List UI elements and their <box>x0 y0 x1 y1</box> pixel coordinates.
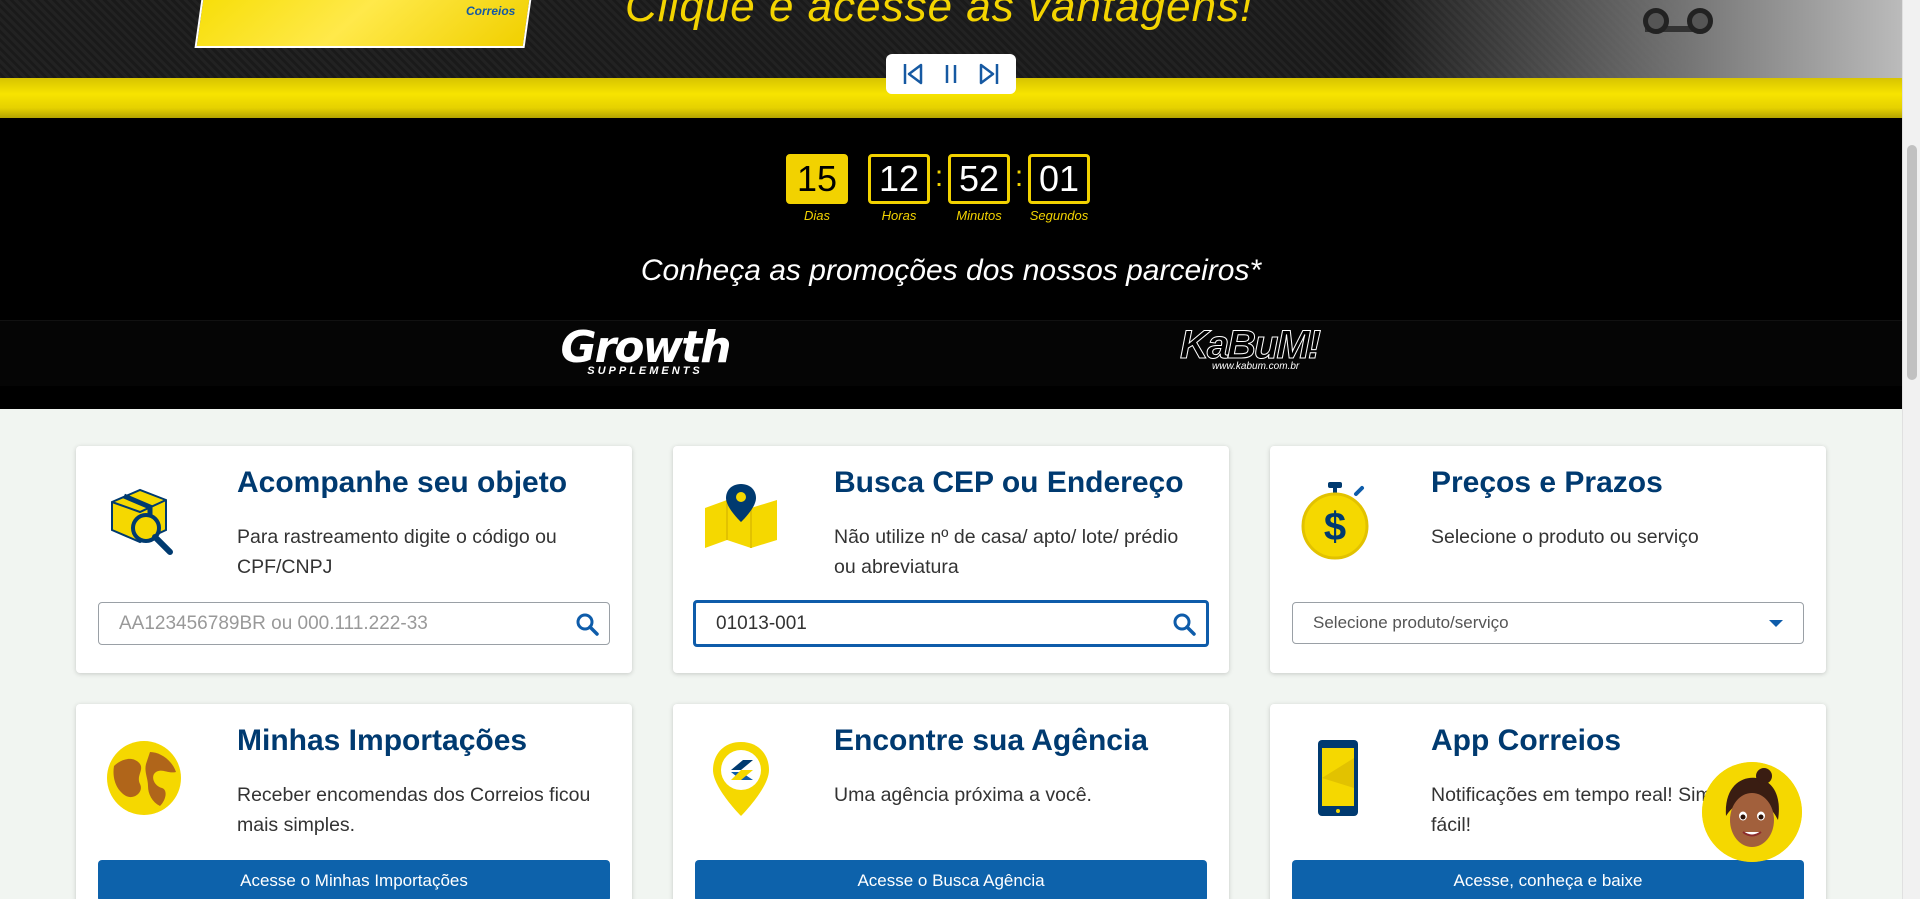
carousel-prev-button[interactable] <box>900 61 926 87</box>
globe-icon <box>104 738 184 818</box>
banner-package-label: Correios <box>466 4 516 18</box>
carousel-controls <box>886 54 1016 94</box>
imports-description: Receber encomendas dos Correios ficou ma… <box>237 784 591 836</box>
cep-card: Busca CEP ou Endereço Não utilize nº de … <box>673 446 1229 673</box>
partner-kabum-logo[interactable]: KaBuM! www.kabum.com.br <box>1180 323 1350 373</box>
partners-heading: Conheça as promoções dos nossos parceiro… <box>640 254 1262 287</box>
pause-icon <box>945 65 957 83</box>
countdown-days-label: Dias <box>803 208 830 223</box>
stopwatch-dollar-icon: $ <box>1298 480 1378 560</box>
app-title: App Correios <box>1431 724 1622 757</box>
countdown-separator: : <box>1014 160 1024 193</box>
virtual-assistant-avatar[interactable] <box>1702 762 1802 862</box>
cep-input[interactable] <box>696 603 1162 644</box>
countdown-seconds-value: 01 <box>1028 154 1090 204</box>
promo-banner[interactable]: Correios Clique e acesse as vantagens! <box>0 0 1902 118</box>
cep-description: Não utilize nº de casa/ apto/ lote/ préd… <box>834 526 1179 578</box>
countdown-days: 15 Dias <box>786 154 848 223</box>
countdown-days-value: 15 <box>786 154 848 204</box>
tracking-input[interactable] <box>99 603 565 644</box>
partners-strip: Growth SUPPLEMENTS KaBuM! www.kabum.com.… <box>0 320 1902 386</box>
tracking-description: Para rastreamento digite o código ou CPF… <box>237 526 557 578</box>
countdown-seconds: 01 Segundos <box>1028 154 1090 223</box>
app-access-button[interactable]: Acesse, conheça e baixe <box>1292 860 1804 899</box>
package-search-icon <box>104 480 184 560</box>
svg-text:$: $ <box>1324 505 1346 549</box>
tracking-title: Acompanhe seu objeto <box>237 466 568 499</box>
promo-section: 15 Dias 12 Horas : 52 Minutos : 01 Segun… <box>0 118 1902 409</box>
agency-title: Encontre sua Agência <box>834 724 1148 757</box>
kabum-logo-subtext: www.kabum.com.br <box>1212 361 1300 372</box>
agency-card: Encontre sua Agência Uma agência próxima… <box>673 704 1229 899</box>
select-value: Selecione produto/serviço <box>1313 613 1509 632</box>
countdown-minutes-value: 52 <box>948 154 1010 204</box>
prices-title: Preços e Prazos <box>1431 466 1663 499</box>
skip-back-icon <box>903 63 923 85</box>
partner-growth-logo[interactable]: Growth SUPPLEMENTS <box>560 322 731 378</box>
agency-description: Uma agência próxima a você. <box>834 784 1092 806</box>
assistant-avatar-icon <box>1702 762 1802 862</box>
tracking-card: Acompanhe seu objeto Para rastreamento d… <box>76 446 632 673</box>
countdown-timer: 15 Dias 12 Horas : 52 Minutos : 01 Segun… <box>786 154 1090 223</box>
banner-headline: Clique e acesse as vantagens! <box>625 0 1254 31</box>
map-pin-icon <box>701 480 781 560</box>
carousel-next-button[interactable] <box>976 61 1002 87</box>
prices-card: $ Preços e Prazos Selecione o produto ou… <box>1270 446 1826 673</box>
search-icon <box>576 613 599 636</box>
growth-logo-text: Growth <box>560 322 731 373</box>
banner-cart-image <box>1643 0 1713 34</box>
tracking-input-wrapper <box>98 602 610 645</box>
countdown-minutes-label: Minutos <box>956 208 1002 223</box>
countdown-seconds-label: Segundos <box>1029 208 1089 223</box>
prices-description: Selecione o produto ou serviço <box>1431 526 1699 548</box>
carousel-pause-button[interactable] <box>938 61 964 87</box>
countdown-hours-label: Horas <box>881 208 917 223</box>
agency-pin-icon <box>701 738 781 818</box>
imports-access-button[interactable]: Acesse o Minhas Importações <box>98 860 610 899</box>
agency-access-button[interactable]: Acesse o Busca Agência <box>695 860 1207 899</box>
search-icon <box>1173 613 1196 636</box>
cart-wheel <box>1643 8 1669 34</box>
page-scrollbar[interactable] <box>1902 0 1920 899</box>
cep-title: Busca CEP ou Endereço <box>834 466 1184 499</box>
countdown-hours-value: 12 <box>868 154 930 204</box>
imports-title: Minhas Importações <box>237 724 528 757</box>
cep-search-button[interactable] <box>1162 603 1206 644</box>
countdown-hours: 12 Horas <box>868 154 930 223</box>
phone-icon <box>1298 738 1378 818</box>
skip-forward-icon <box>979 63 999 85</box>
countdown-separator: : <box>934 160 944 193</box>
banner-background-right <box>1382 0 1902 80</box>
cep-input-wrapper <box>693 600 1209 647</box>
countdown-minutes: 52 Minutos <box>948 154 1010 223</box>
scrollbar-thumb[interactable] <box>1907 145 1917 380</box>
product-service-select[interactable]: Selecione produto/serviço <box>1292 602 1804 644</box>
cart-wheel <box>1687 8 1713 34</box>
imports-card: Minhas Importações Receber encomendas do… <box>76 704 632 899</box>
chevron-down-icon <box>1769 619 1783 627</box>
tracking-search-button[interactable] <box>565 603 609 644</box>
